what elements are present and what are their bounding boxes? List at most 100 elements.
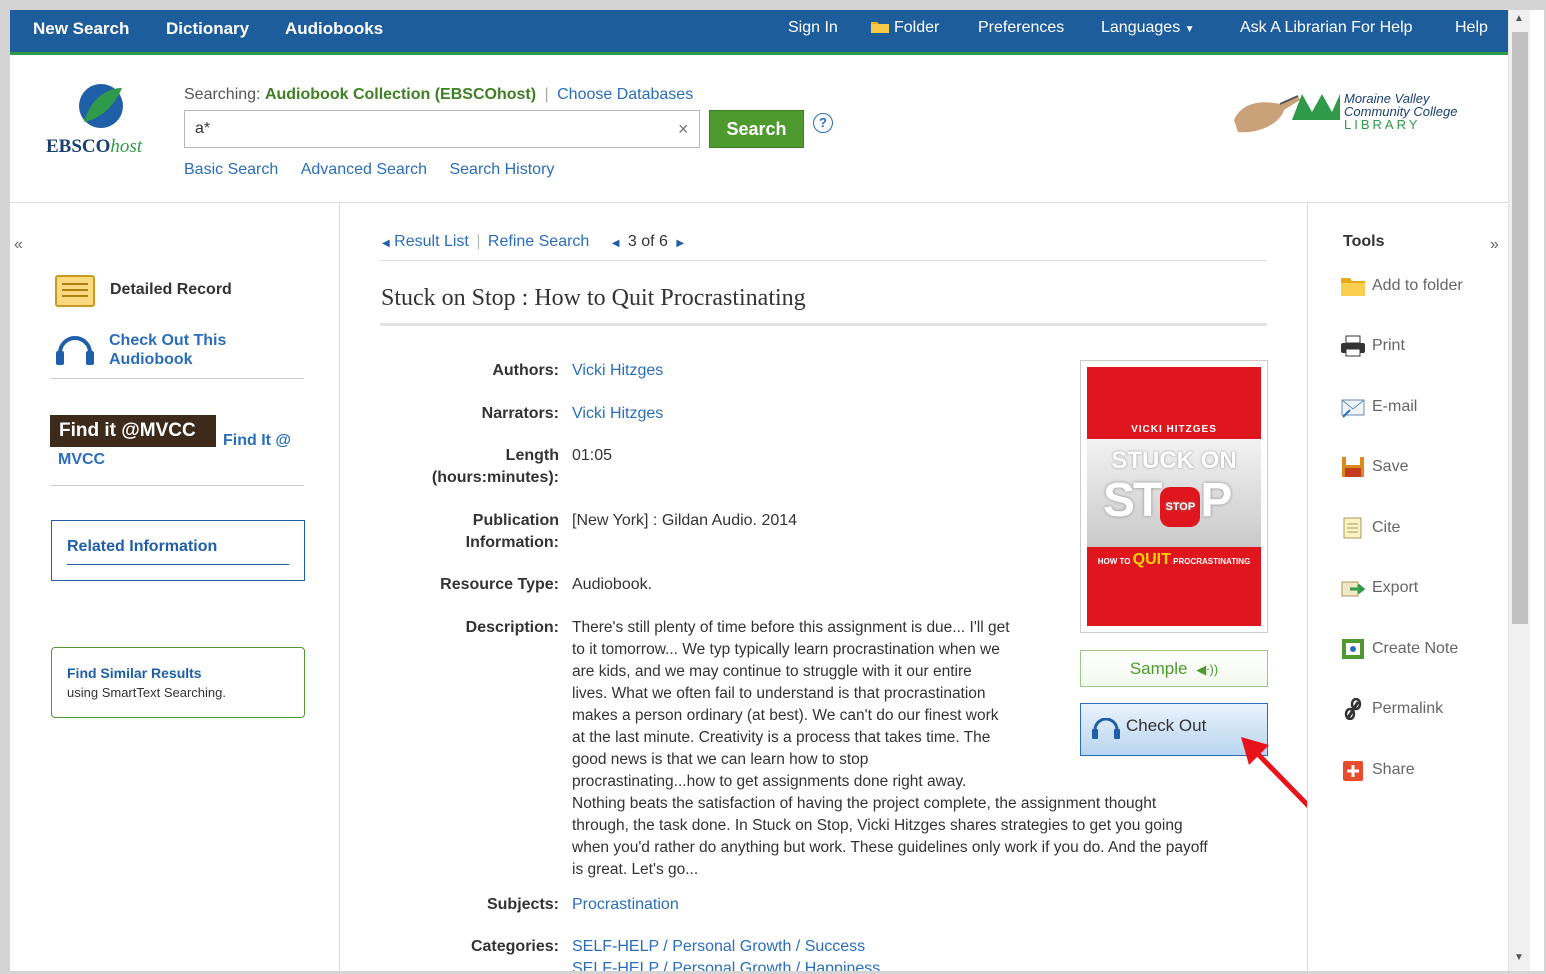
category-link[interactable]: SELF-HELP / Personal Growth / Happiness — [572, 958, 880, 971]
find-it-link-2[interactable]: MVCC — [58, 451, 105, 469]
tool-share[interactable]: Share — [1340, 759, 1415, 781]
tool-cite[interactable]: Cite — [1340, 517, 1400, 539]
scrollbar-thumb[interactable] — [1512, 32, 1528, 624]
basic-search-link[interactable]: Basic Search — [184, 161, 278, 178]
book-cover[interactable]: VICKI HITZGES STUCK ON ST STOP P HOW TO QU… — [1080, 360, 1268, 633]
narrators-label: Narrators: — [481, 405, 559, 422]
tool-label: Print — [1372, 337, 1405, 355]
choose-databases-link[interactable]: Choose Databases — [557, 86, 693, 103]
author-link[interactable]: Vicki Hitzges — [572, 360, 663, 382]
category-link[interactable]: SELF-HELP / Personal Growth / Success — [572, 936, 865, 958]
nav-dictionary[interactable]: Dictionary — [166, 19, 249, 39]
tools-sidebar: Tools » Add to folder Print E-mail Save … — [1307, 203, 1508, 971]
check-out-label-1: Check Out This — [109, 332, 227, 349]
related-information-box[interactable]: Related Information — [51, 520, 305, 581]
left-sidebar: « Detailed Record Check Out This Audiobo… — [10, 203, 340, 971]
nav-languages-label: Languages — [1101, 19, 1181, 36]
nav-folder[interactable]: Folder — [870, 19, 939, 37]
caret-down-icon: ▼ — [1184, 24, 1195, 35]
search-history-link[interactable]: Search History — [449, 161, 554, 178]
check-out-audiobook-link[interactable]: Check Out This Audiobook — [54, 331, 304, 375]
folder-icon — [871, 22, 889, 33]
nav-new-search[interactable]: New Search — [33, 19, 129, 39]
find-it-mvcc-badge[interactable]: Find it @MVCC — [50, 415, 216, 447]
tool-save[interactable]: Save — [1340, 456, 1408, 478]
tool-label: Add to folder — [1372, 277, 1463, 295]
export-icon — [1341, 581, 1366, 597]
tool-label: Create Note — [1372, 640, 1459, 658]
narrator-link[interactable]: Vicki Hitzges — [572, 403, 663, 425]
tool-print[interactable]: Print — [1340, 335, 1405, 357]
length-label-1: Length — [505, 447, 559, 464]
length-value: 01:05 — [572, 447, 613, 464]
scroll-up-icon[interactable]: ▲ — [1514, 13, 1524, 24]
logo-host: host — [110, 136, 143, 157]
library-name-3: LIBRARY — [1344, 117, 1421, 132]
annotation-arrow-icon — [1241, 737, 1307, 808]
expand-right-icon[interactable]: » — [1490, 236, 1499, 254]
nav-sign-in[interactable]: Sign In — [788, 19, 838, 37]
scroll-down-icon[interactable]: ▼ — [1514, 952, 1524, 963]
tool-create-note[interactable]: Create Note — [1340, 638, 1458, 660]
description-line: is great. Let's go... — [572, 861, 699, 878]
tool-export[interactable]: Export — [1340, 577, 1418, 599]
nav-preferences[interactable]: Preferences — [978, 19, 1064, 37]
prev-record-icon[interactable]: ◀ — [612, 238, 620, 249]
divider — [50, 378, 304, 379]
find-similar-box[interactable]: Find Similar Results using SmartText Sea… — [51, 647, 305, 718]
back-arrow-icon[interactable]: ◀ — [382, 238, 390, 249]
cover-subtitle-post: PROCRASTINATING — [1173, 557, 1251, 566]
publication-label: Publication Information: — [359, 510, 559, 554]
clear-search-icon[interactable]: × — [678, 119, 689, 140]
search-input[interactable] — [184, 110, 700, 148]
save-disk-icon — [1342, 457, 1364, 477]
subject-link[interactable]: Procrastination — [572, 894, 679, 916]
result-list-link[interactable]: Result List — [394, 233, 469, 250]
ebsco-logo[interactable]: EBSCOhost — [46, 82, 166, 162]
cover-art: VICKI HITZGES STUCK ON ST STOP P HOW TO QU… — [1087, 367, 1261, 626]
cover-author: VICKI HITZGES — [1131, 424, 1217, 435]
subjects-label: Subjects: — [486, 896, 559, 913]
tool-label: Cite — [1372, 519, 1401, 537]
cite-document-icon — [1343, 517, 1362, 539]
permalink-icon — [1344, 698, 1362, 720]
record-title: Stuck on Stop : How to Quit Procrastinat… — [381, 285, 806, 311]
nav-help[interactable]: Help — [1455, 19, 1488, 37]
resource-type-label: Resource Type: — [440, 576, 559, 593]
tool-label: Permalink — [1372, 700, 1444, 718]
tool-add-to-folder[interactable]: Add to folder — [1340, 275, 1463, 297]
tool-label: E-mail — [1372, 398, 1418, 416]
search-button[interactable]: Search — [709, 110, 804, 148]
description-label: Description: — [465, 619, 559, 636]
find-it-link-1[interactable]: Find It @ — [223, 432, 291, 450]
vertical-scrollbar[interactable]: ▲ ▼ — [1508, 10, 1530, 971]
cover-subtitle: HOW TO QUIT PROCRASTINATING — [1087, 551, 1261, 569]
length-label: Length (hours:minutes): — [359, 445, 559, 489]
library-logo[interactable]: Moraine Valley Community College LIBRARY — [1232, 88, 1472, 138]
refine-search-link[interactable]: Refine Search — [488, 233, 589, 250]
logo-text: EBSCO — [46, 136, 111, 157]
check-out-label-2: Audiobook — [109, 351, 193, 368]
cover-subtitle-quit: QUIT — [1132, 551, 1171, 568]
nav-languages[interactable]: Languages ▼ — [1101, 19, 1195, 37]
nav-ask-librarian[interactable]: Ask A Librarian For Help — [1240, 19, 1413, 37]
tool-permalink[interactable]: Permalink — [1340, 698, 1443, 720]
share-plus-icon — [1343, 761, 1363, 781]
categories-label: Categories: — [470, 938, 559, 955]
sample-button[interactable]: Sample ◀ᐧ)) — [1080, 650, 1268, 687]
printer-icon — [1341, 335, 1365, 357]
divider — [50, 485, 304, 486]
search-header: EBSCOhost Searching: Audiobook Collectio… — [10, 58, 1508, 203]
record-position: 3 of 6 — [627, 233, 668, 250]
nav-audiobooks[interactable]: Audiobooks — [285, 19, 383, 39]
find-similar-title: Find Similar Results — [67, 665, 202, 681]
collapse-left-icon[interactable]: « — [14, 236, 23, 254]
check-out-label: Check Out — [1126, 716, 1207, 735]
folder-icon — [1341, 278, 1365, 296]
next-record-icon[interactable]: ▶ — [676, 238, 684, 249]
underline — [67, 564, 289, 565]
advanced-search-link[interactable]: Advanced Search — [301, 161, 427, 178]
tool-email[interactable]: E-mail — [1340, 396, 1417, 418]
search-help-icon[interactable]: ? — [813, 113, 833, 133]
detailed-record-item[interactable]: Detailed Record — [54, 273, 304, 309]
